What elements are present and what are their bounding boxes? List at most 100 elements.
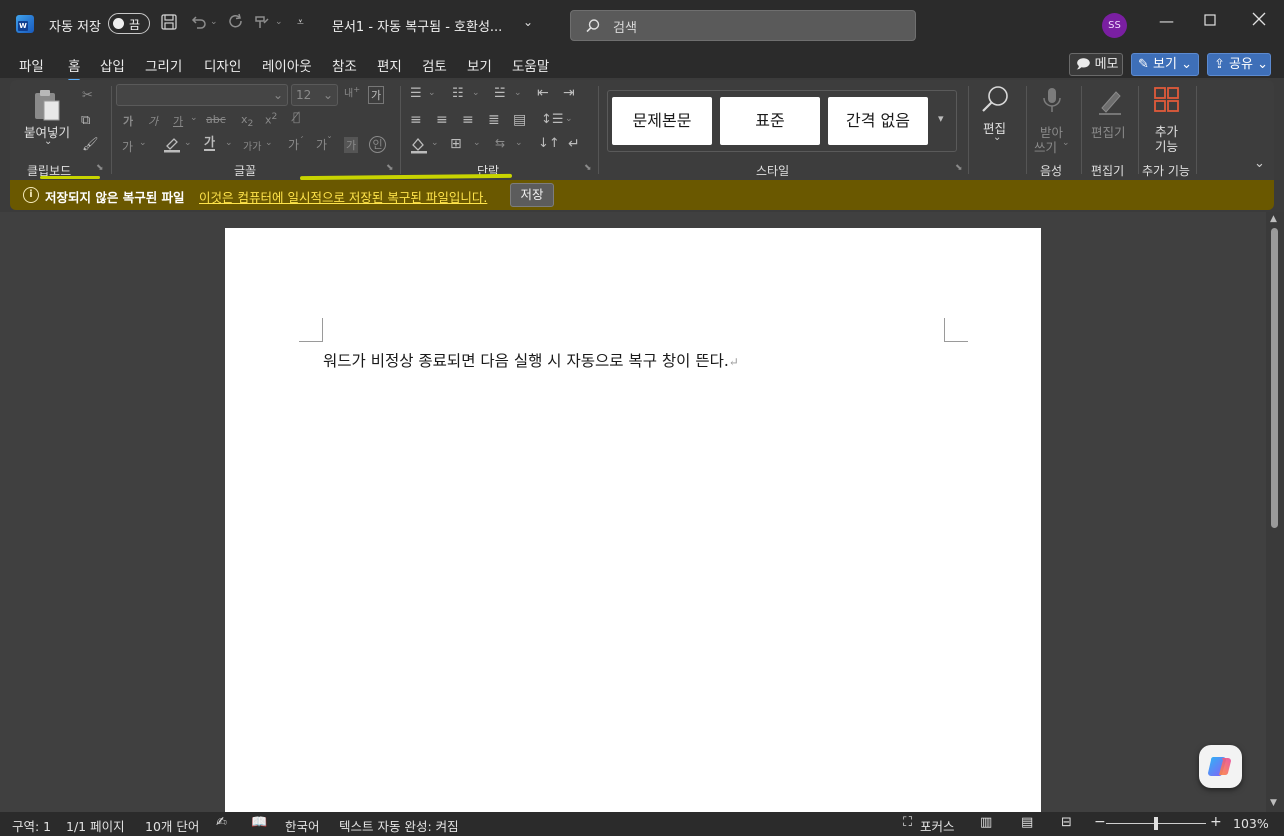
autosave-toggle[interactable]: 끔 (108, 13, 150, 34)
page-indicator[interactable]: 1/1 페이지 (66, 816, 125, 835)
scroll-up-icon[interactable]: ▲ (1270, 214, 1277, 224)
maximize-icon[interactable] (1204, 14, 1216, 26)
subscript-icon[interactable]: x2 (241, 113, 253, 129)
minimize-icon[interactable]: — (1159, 12, 1174, 30)
search-box[interactable]: 검색 (570, 10, 916, 41)
show-marks-icon[interactable]: ↵ (568, 136, 580, 152)
save-icon[interactable] (160, 13, 178, 31)
shading-icon[interactable] (410, 136, 428, 154)
multilevel-dropdown-icon[interactable]: ⌄ (514, 88, 522, 98)
document-paragraph[interactable]: 워드가 비정상 종료되면 다음 실행 시 자동으로 복구 창이 뜬다.↵ (323, 349, 739, 371)
styles-more-icon[interactable]: ▾ (938, 112, 944, 125)
clear-formatting-icon[interactable]: 가̸ (293, 110, 300, 124)
line-spacing-icon[interactable]: ↕☰ (541, 112, 564, 127)
copilot-button[interactable] (1199, 745, 1242, 788)
font-launcher-icon[interactable]: ⬊ (386, 163, 394, 173)
strikethrough-icon[interactable]: abc (206, 113, 226, 126)
distributed-icon[interactable]: ▤ (513, 112, 526, 128)
multilevel-list-icon[interactable]: ☱ (494, 86, 506, 101)
format-painter-icon[interactable]: 🖌 (82, 137, 99, 152)
document-page[interactable]: 워드가 비정상 종료되면 다음 실행 시 자동으로 복구 창이 뜬다.↵ (225, 228, 1041, 814)
close-icon[interactable] (1252, 12, 1266, 26)
accessibility-icon[interactable]: 📖 (251, 815, 267, 830)
underline-dropdown-icon[interactable]: ⌄ (190, 113, 198, 123)
proofing-icon[interactable]: ✍ (216, 815, 227, 830)
focus-icon[interactable]: ⛶ (903, 815, 912, 830)
tab-design[interactable]: 디자인 (204, 55, 241, 75)
text-effects-icon[interactable]: 가 (122, 138, 133, 155)
vertical-scrollbar[interactable]: ▲ ▼ (1266, 212, 1284, 812)
save-button[interactable]: 저장 (510, 183, 554, 207)
share-button[interactable]: ⇪ 공유 ⌄ (1207, 53, 1271, 76)
microphone-icon[interactable] (1042, 86, 1062, 116)
char-spacing-icon[interactable]: 가가 (243, 138, 261, 153)
scroll-thumb[interactable] (1271, 228, 1278, 528)
tab-draw[interactable]: 그리기 (145, 55, 182, 75)
change-case-icon[interactable]: 가 (368, 86, 385, 104)
highlight-icon[interactable] (163, 135, 181, 153)
zoom-level[interactable]: 103% (1233, 816, 1269, 831)
zoom-slider-thumb[interactable] (1154, 817, 1158, 830)
collapse-ribbon-icon[interactable]: ⌄ (1254, 156, 1265, 171)
qat-dropdown-icon[interactable]: ⌄ (275, 17, 283, 27)
asian-layout-dropdown-icon[interactable]: ⌄ (515, 138, 523, 148)
tab-help[interactable]: 도움말 (512, 55, 549, 75)
read-mode-icon[interactable]: ▥ (980, 815, 992, 830)
align-right-icon[interactable]: ≡ (462, 112, 474, 128)
addins-label-2[interactable]: 기능 (1155, 136, 1178, 155)
styles-launcher-icon[interactable]: ⬊ (955, 163, 963, 173)
numbering-dropdown-icon[interactable]: ⌄ (472, 88, 480, 98)
focus-label[interactable]: 포커스 (920, 816, 955, 835)
avatar[interactable]: SS (1102, 13, 1127, 38)
paste-dropdown-icon[interactable]: ⌄ (44, 136, 52, 147)
justify-icon[interactable]: ≣ (488, 112, 500, 128)
align-left-icon[interactable]: ≡ (410, 112, 422, 128)
phonetic-guide-icon[interactable]: 가´ (288, 136, 304, 153)
borders-icon[interactable]: ⊞ (450, 136, 462, 152)
style-item[interactable]: 문제본문 (612, 97, 712, 145)
borders-dropdown-icon[interactable]: ⌄ (473, 138, 481, 148)
enclosed-char-icon[interactable]: 인 (369, 136, 386, 153)
enclose-char-icon[interactable]: 가ˇ (316, 136, 332, 153)
format-painter-qat-icon[interactable] (253, 13, 271, 31)
align-center-icon[interactable]: ≡ (436, 112, 448, 128)
print-layout-icon[interactable]: ▤ (1021, 815, 1033, 830)
bold-icon[interactable]: 가 (123, 113, 133, 129)
info-message-link[interactable]: 이것은 컴퓨터에 일시적으로 저장된 복구된 파일입니다. (199, 187, 487, 206)
tab-view[interactable]: 보기 (467, 55, 492, 75)
char-spacing-dropdown-icon[interactable]: ⌄ (265, 138, 273, 148)
tab-file[interactable]: 파일 (19, 55, 44, 75)
char-shading-icon[interactable]: 가 (344, 137, 359, 153)
tab-home[interactable]: 홈 (68, 55, 81, 82)
font-size-combo[interactable]: 12 ⌄ (291, 84, 338, 106)
find-icon[interactable] (979, 84, 1011, 116)
superscript-icon[interactable]: x2 (265, 111, 277, 127)
font-color-icon[interactable]: 가 (204, 135, 216, 151)
web-layout-icon[interactable]: ⊟ (1061, 815, 1072, 830)
style-item[interactable]: 표준 (720, 97, 820, 145)
editor-icon[interactable] (1096, 86, 1124, 116)
scroll-down-icon[interactable]: ▼ (1270, 798, 1277, 808)
highlight-dropdown-icon[interactable]: ⌄ (184, 138, 192, 148)
tab-review[interactable]: 검토 (422, 55, 447, 75)
tab-layout[interactable]: 레이아웃 (262, 55, 312, 75)
text-effects-dropdown-icon[interactable]: ⌄ (139, 138, 147, 148)
tab-references[interactable]: 참조 (332, 55, 357, 75)
shading-dropdown-icon[interactable]: ⌄ (431, 138, 439, 148)
view-mode-button[interactable]: ✎ 보기 ⌄ (1131, 53, 1199, 76)
zoom-in-icon[interactable]: + (1210, 814, 1222, 830)
tab-mailings[interactable]: 편지 (377, 55, 402, 75)
language-indicator[interactable]: 한국어 (285, 816, 320, 835)
memo-button[interactable]: 🗩 메모 (1069, 53, 1123, 76)
sort-icon[interactable]: ↓↑ (538, 136, 560, 151)
grow-font-icon[interactable]: 내+ (344, 84, 360, 99)
font-color-dropdown-icon[interactable]: ⌄ (225, 138, 233, 148)
editor-label[interactable]: 편집기 (1091, 122, 1126, 141)
editing-dropdown-icon[interactable]: ⌄ (993, 132, 1001, 143)
style-item[interactable]: 간격 없음 (828, 97, 928, 145)
clipboard-launcher-icon[interactable]: ⬊ (96, 163, 104, 173)
redo-icon[interactable] (227, 13, 245, 31)
tab-insert[interactable]: 삽입 (100, 55, 125, 75)
section-indicator[interactable]: 구역: 1 (12, 816, 51, 835)
customize-qat-icon[interactable]: ⩡ (297, 15, 304, 30)
